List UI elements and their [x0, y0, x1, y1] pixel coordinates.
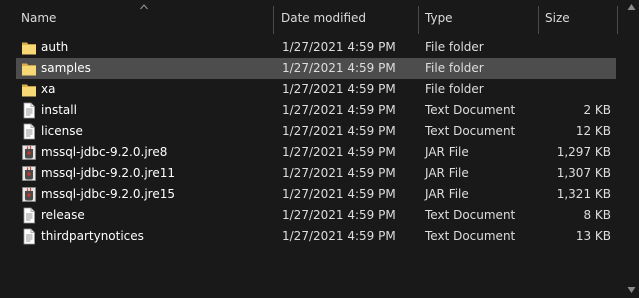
file-name: mssql-jdbc-9.2.0.jre15 — [41, 187, 175, 201]
file-row[interactable]: mssql-jdbc-9.2.0.jre11 1/27/2021 4:59 PM J… — [0, 163, 639, 184]
column-divider[interactable] — [538, 6, 539, 34]
file-row[interactable]: thirdpartynotices 1/27/2021 4:59 PM Text D… — [0, 226, 639, 247]
file-size: 1,307 KB — [556, 166, 611, 180]
file-row[interactable]: samples 1/27/2021 4:59 PM File folder — [0, 58, 639, 79]
text-document-icon — [21, 102, 37, 119]
column-header-size[interactable]: Size — [545, 0, 570, 34]
column-divider[interactable] — [617, 6, 618, 34]
column-header-bar: Name Date modified Type Size — [0, 0, 639, 34]
folder-icon — [21, 60, 37, 77]
folder-icon — [21, 81, 37, 98]
file-type: JAR File — [425, 187, 469, 201]
column-header-name[interactable]: Name — [21, 0, 56, 34]
file-date-modified: 1/27/2021 4:59 PM — [282, 166, 396, 180]
text-document-icon — [21, 228, 37, 245]
file-list: auth 1/27/2021 4:59 PM File folder samples 1… — [0, 37, 639, 247]
file-name: thirdpartynotices — [41, 229, 144, 243]
file-row[interactable]: mssql-jdbc-9.2.0.jre15 1/27/2021 4:59 PM J… — [0, 184, 639, 205]
file-name: license — [41, 124, 83, 138]
file-name: mssql-jdbc-9.2.0.jre8 — [41, 145, 168, 159]
file-type: Text Document — [425, 124, 516, 138]
file-size: 8 KB — [583, 208, 611, 222]
jar-file-icon — [21, 165, 37, 182]
file-size: 1,321 KB — [556, 187, 611, 201]
file-date-modified: 1/27/2021 4:59 PM — [282, 103, 396, 117]
scroll-down-arrow-icon[interactable] — [627, 286, 636, 294]
file-date-modified: 1/27/2021 4:59 PM — [282, 124, 396, 138]
file-row[interactable]: mssql-jdbc-9.2.0.jre8 1/27/2021 4:59 PM JA… — [0, 142, 639, 163]
file-size: 13 KB — [575, 229, 611, 243]
vertical-scrollbar[interactable] — [628, 14, 636, 282]
file-size: 1,297 KB — [556, 145, 611, 159]
text-document-icon — [21, 207, 37, 224]
file-row[interactable]: install 1/27/2021 4:59 PM Text Document 2 K… — [0, 100, 639, 121]
file-size: 12 KB — [575, 124, 611, 138]
file-row[interactable]: license 1/27/2021 4:59 PM Text Document 12 … — [0, 121, 639, 142]
file-name: xa — [41, 82, 56, 96]
file-date-modified: 1/27/2021 4:59 PM — [282, 61, 396, 75]
column-divider[interactable] — [273, 6, 274, 34]
file-date-modified: 1/27/2021 4:59 PM — [282, 82, 396, 96]
file-name: auth — [41, 40, 69, 54]
file-type: Text Document — [425, 208, 516, 222]
file-explorer: Name Date modified Type Size auth 1/27/20… — [0, 0, 639, 298]
file-date-modified: 1/27/2021 4:59 PM — [282, 229, 396, 243]
file-type: Text Document — [425, 103, 516, 117]
folder-icon — [21, 39, 37, 56]
jar-file-icon — [21, 186, 37, 203]
file-name: samples — [41, 61, 91, 75]
column-header-type[interactable]: Type — [425, 0, 453, 34]
file-row[interactable]: xa 1/27/2021 4:59 PM File folder — [0, 79, 639, 100]
sort-ascending-icon — [140, 4, 148, 10]
jar-file-icon — [21, 144, 37, 161]
file-date-modified: 1/27/2021 4:59 PM — [282, 145, 396, 159]
file-type: File folder — [425, 40, 484, 54]
file-date-modified: 1/27/2021 4:59 PM — [282, 208, 396, 222]
file-size: 2 KB — [583, 103, 611, 117]
file-date-modified: 1/27/2021 4:59 PM — [282, 187, 396, 201]
file-date-modified: 1/27/2021 4:59 PM — [282, 40, 396, 54]
file-type: File folder — [425, 61, 484, 75]
file-type: File folder — [425, 82, 484, 96]
file-name: install — [41, 103, 77, 117]
column-divider[interactable] — [418, 6, 419, 34]
file-row[interactable]: release 1/27/2021 4:59 PM Text Document 8 K… — [0, 205, 639, 226]
file-row[interactable]: auth 1/27/2021 4:59 PM File folder — [0, 37, 639, 58]
file-type: JAR File — [425, 166, 469, 180]
file-type: JAR File — [425, 145, 469, 159]
scroll-up-arrow-icon[interactable] — [627, 3, 636, 11]
file-type: Text Document — [425, 229, 516, 243]
column-header-date-modified[interactable]: Date modified — [281, 0, 366, 34]
file-name: release — [41, 208, 85, 222]
file-name: mssql-jdbc-9.2.0.jre11 — [41, 166, 175, 180]
text-document-icon — [21, 123, 37, 140]
